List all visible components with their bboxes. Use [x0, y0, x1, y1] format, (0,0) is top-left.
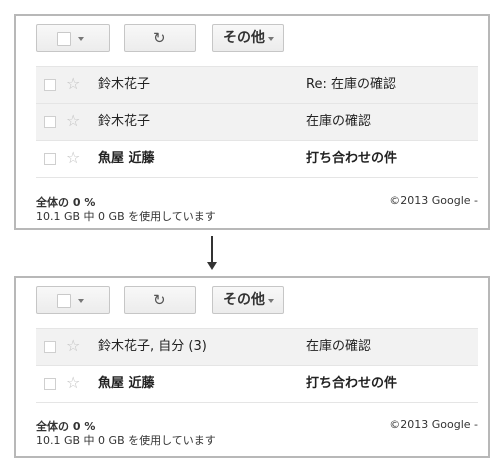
down-arrow-icon: [207, 236, 217, 272]
message-row[interactable]: ☆ 魚屋 近藤 打ち合わせの件: [36, 366, 478, 403]
refresh-button[interactable]: ↻: [124, 286, 196, 314]
more-button[interactable]: その他: [212, 24, 284, 52]
sender: 鈴木花子, 自分 (3): [98, 339, 207, 354]
sender: 鈴木花子: [98, 114, 151, 129]
subject: 打ち合わせの件: [306, 151, 398, 166]
message-list: ☆ 鈴木花子, 自分 (3) 在庫の確認 ☆ 魚屋 近藤 打ち合わせの件: [36, 328, 478, 403]
row-checkbox[interactable]: [44, 116, 56, 128]
copyright: ©2013 Google -: [389, 418, 478, 431]
sender: 魚屋 近藤: [98, 151, 155, 166]
subject: 在庫の確認: [306, 114, 372, 129]
star-icon[interactable]: ☆: [66, 149, 80, 167]
copyright: ©2013 Google -: [389, 194, 478, 207]
row-checkbox[interactable]: [44, 378, 56, 390]
row-checkbox[interactable]: [44, 153, 56, 165]
select-button[interactable]: [36, 286, 110, 314]
message-row[interactable]: ☆ 鈴木花子 Re: 在庫の確認: [36, 67, 478, 104]
refresh-icon: ↻: [153, 291, 166, 309]
sender: 鈴木花子: [98, 77, 151, 92]
more-button[interactable]: その他: [212, 286, 284, 314]
message-row[interactable]: ☆ 魚屋 近藤 打ち合わせの件: [36, 141, 478, 178]
sender: 魚屋 近藤: [98, 376, 155, 391]
row-checkbox[interactable]: [44, 79, 56, 91]
star-icon[interactable]: ☆: [66, 374, 80, 392]
refresh-icon: ↻: [153, 29, 166, 47]
more-label: その他: [223, 292, 265, 308]
subject: Re: 在庫の確認: [306, 77, 396, 92]
message-list: ☆ 鈴木花子 Re: 在庫の確認 ☆ 鈴木花子 在庫の確認 ☆ 魚屋 近藤 打ち…: [36, 66, 478, 178]
subject: 在庫の確認: [306, 339, 372, 354]
star-icon[interactable]: ☆: [66, 337, 80, 355]
chevron-down-icon: [78, 299, 84, 303]
row-checkbox[interactable]: [44, 341, 56, 353]
message-row[interactable]: ☆ 鈴木花子 在庫の確認: [36, 104, 478, 141]
star-icon[interactable]: ☆: [66, 112, 80, 130]
select-button[interactable]: [36, 24, 110, 52]
chevron-down-icon: [78, 37, 84, 41]
subject: 打ち合わせの件: [306, 376, 398, 391]
message-row[interactable]: ☆ 鈴木花子, 自分 (3) 在庫の確認: [36, 329, 478, 366]
chevron-down-icon: [268, 37, 274, 41]
star-icon[interactable]: ☆: [66, 75, 80, 93]
checkbox-icon: [57, 294, 71, 308]
mail-panel-after: ↻ その他 ☆ 鈴木花子, 自分 (3) 在庫の確認 ☆ 魚屋 近藤 打ち合わせ…: [14, 276, 490, 458]
storage-usage-detail: 10.1 GB 中 0 GB を使用しています: [36, 434, 216, 447]
more-label: その他: [223, 30, 265, 46]
chevron-down-icon: [268, 299, 274, 303]
storage-usage-detail: 10.1 GB 中 0 GB を使用しています: [36, 210, 216, 223]
refresh-button[interactable]: ↻: [124, 24, 196, 52]
checkbox-icon: [57, 32, 71, 46]
mail-panel-before: ↻ その他 ☆ 鈴木花子 Re: 在庫の確認 ☆ 鈴木花子 在庫の確認 ☆ 魚屋…: [14, 14, 490, 230]
